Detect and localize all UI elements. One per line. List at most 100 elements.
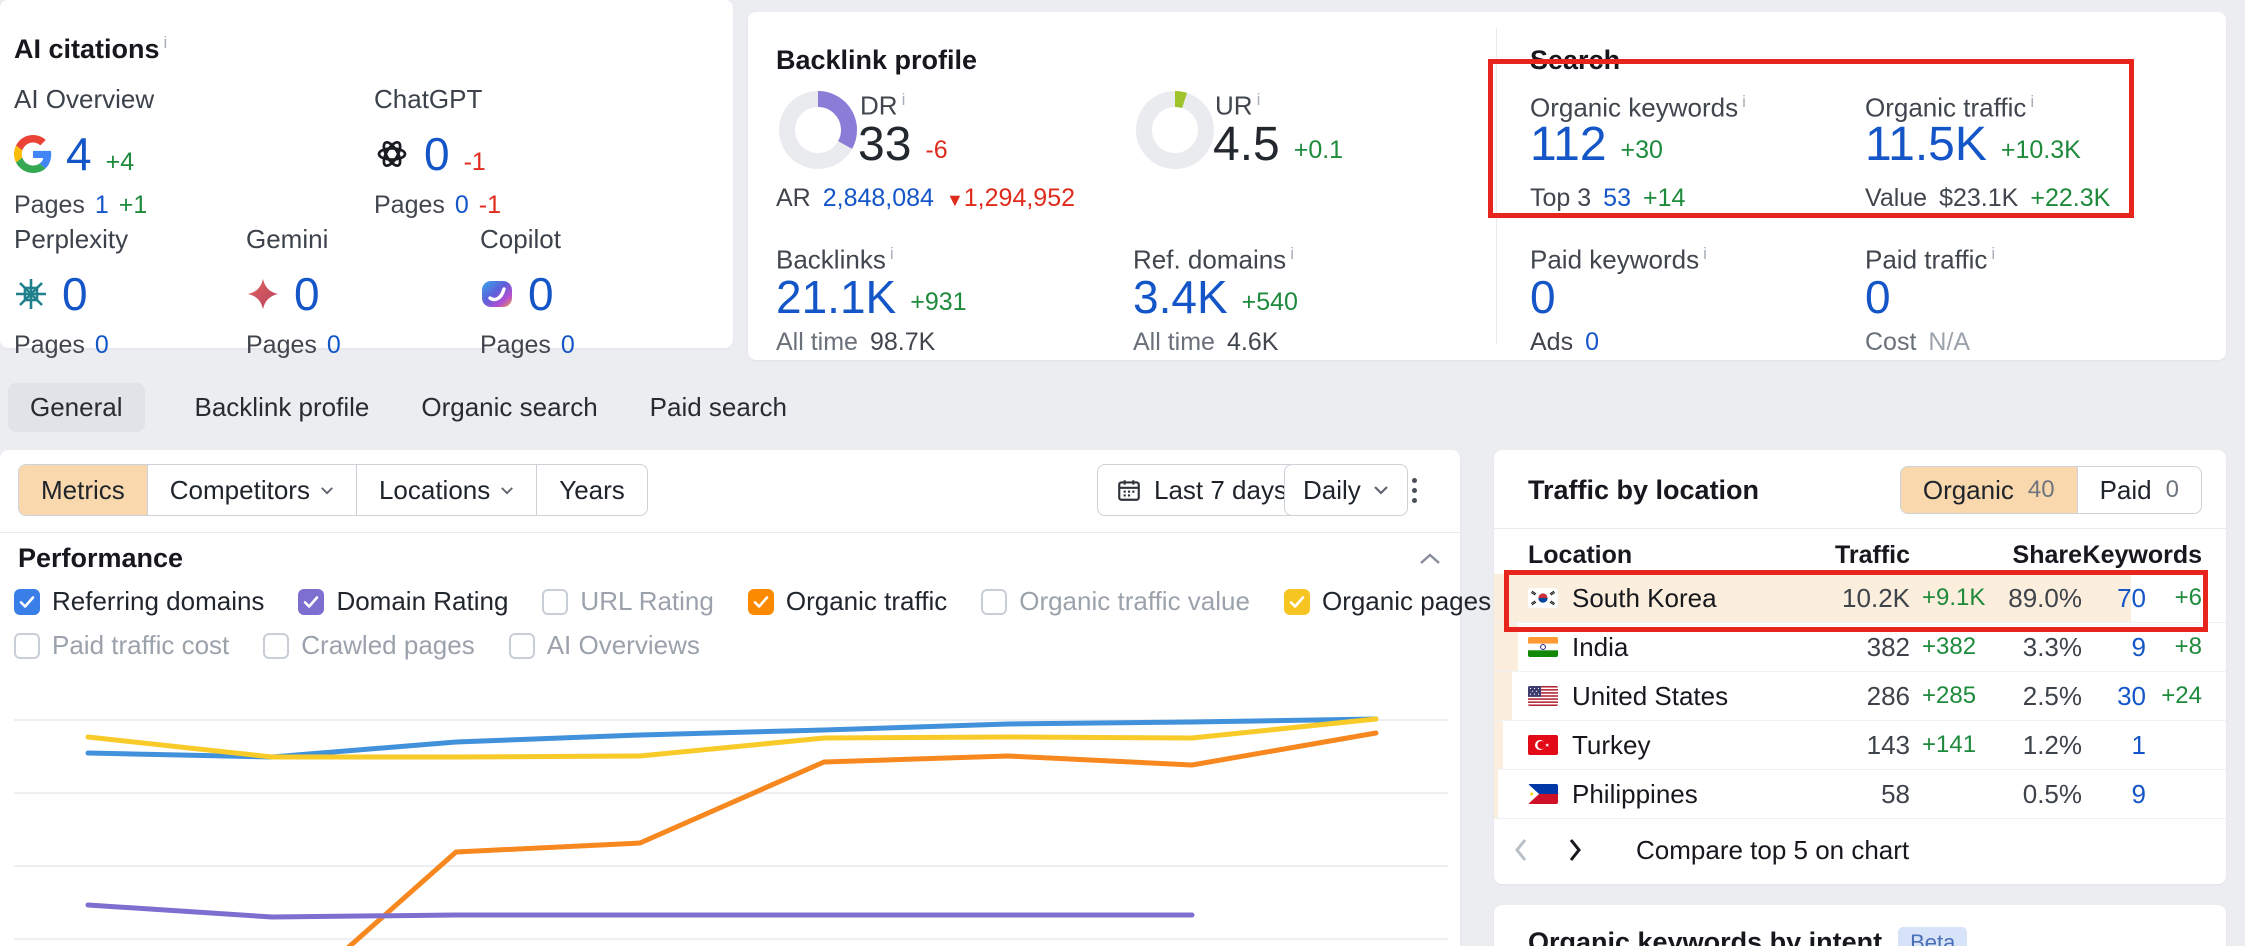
performance-panel: MetricsCompetitorsLocationsYears Last 7 … [0, 450, 1460, 946]
granularity-button[interactable]: Daily [1284, 464, 1408, 516]
intent-card-title: Organic keywords by intent [1528, 928, 1882, 946]
check-icon [1284, 589, 1310, 615]
tab-organic-search[interactable]: Organic search [419, 383, 599, 432]
ai-metric-value[interactable]: 0 [62, 267, 88, 321]
location-row-united-states[interactable]: United States286+2852.5%30+24 [1494, 672, 2226, 721]
keywords-delta: +8 [2146, 633, 2202, 661]
section-tabs: General Backlink profile Organic search Pai… [8, 384, 789, 430]
copilot-icon [480, 277, 514, 311]
performance-line-chart [0, 672, 1460, 946]
paid-keywords-label: Paid keywordsi [1530, 244, 1707, 276]
ai-metric-value[interactable]: 0 [528, 267, 554, 321]
traffic-by-location-panel: Traffic by location Organic40Paid0 Locat… [1494, 450, 2226, 884]
pages-value[interactable]: 0 [561, 331, 575, 360]
performance-title: Performance [18, 544, 183, 574]
divider [1496, 28, 1497, 344]
keywords-value[interactable]: 70 [2082, 583, 2146, 614]
keywords-value[interactable]: 9 [2082, 632, 2146, 663]
column-location: Location [1528, 541, 1790, 570]
dr-label: DRi [860, 90, 905, 122]
organic-traffic-value: 11.5K +10.3K [1865, 118, 2081, 172]
column-keywords: Keywords [2082, 541, 2202, 570]
more-options-kebab-icon[interactable] [1408, 474, 1421, 507]
share-value: 1.2% [1986, 730, 2082, 761]
location-row-india[interactable]: India382+3823.3%9+8 [1494, 623, 2226, 672]
chart-line-organic-pages [88, 719, 1376, 757]
sub-value: N/A [1928, 328, 1970, 357]
tab-general[interactable]: General [8, 383, 145, 432]
toolbar-segment-metrics[interactable]: Metrics [19, 465, 147, 515]
ur-label: URi [1215, 90, 1260, 122]
ai-metric-copilot: Copilot0Pages0 [480, 224, 575, 360]
checkbox-empty [509, 633, 535, 659]
checkbox-paid-traffic-cost[interactable]: Paid traffic cost [14, 630, 229, 661]
organic-traffic-sub: Value$23.1K+22.3K [1865, 184, 2110, 213]
toolbar-segment-competitors[interactable]: Competitors [147, 465, 356, 515]
chevron-left-icon[interactable] [1494, 837, 1548, 863]
location-row-south-korea[interactable]: South Korea10.2K+9.1K89.0%70+6 [1494, 574, 2226, 623]
ai-metric-value[interactable]: 0 [294, 267, 320, 321]
toolbar-segment-locations[interactable]: Locations [356, 465, 536, 515]
ur-value: 4.5 +0.1 [1213, 118, 1343, 172]
ai-metric-value[interactable]: 4 [66, 127, 92, 181]
pages-delta: -1 [479, 191, 501, 220]
traffic-delta: +382 [1910, 633, 1986, 661]
sub-value: +14 [1643, 184, 1685, 213]
ai-metric-delta: +4 [106, 148, 135, 183]
checkbox-organic-traffic[interactable]: Organic traffic [748, 586, 947, 617]
ar-delta: ▼1,294,952 [946, 184, 1075, 213]
ar-value[interactable]: 2,848,084 [823, 184, 934, 213]
pages-value[interactable]: 0 [455, 191, 469, 220]
checkbox-domain-rating[interactable]: Domain Rating [298, 586, 508, 617]
share-value: 3.3% [1986, 632, 2082, 663]
ur-donut-chart [1133, 88, 1217, 172]
location-table-footer: Compare top 5 on chart [1494, 822, 1909, 878]
checkbox-crawled-pages[interactable]: Crawled pages [263, 630, 474, 661]
ai-metric-value[interactable]: 0 [424, 127, 450, 181]
ref-domains-alltime: All time 4.6K [1133, 328, 1278, 357]
checkbox-ai-overviews[interactable]: AI Overviews [509, 630, 700, 661]
sub-value[interactable]: 0 [1585, 328, 1599, 357]
traffic-delta: +141 [1910, 731, 1986, 759]
sub-value: Top 3 [1530, 184, 1591, 213]
paid-traffic-sub: Cost N/A [1865, 328, 1970, 357]
chevron-right-icon[interactable] [1548, 837, 1602, 863]
perplexity-icon [14, 277, 48, 311]
divider [0, 532, 1460, 533]
chevron-down-icon [320, 486, 334, 495]
location-name: India [1572, 632, 1628, 663]
checkbox-referring-domains[interactable]: Referring domains [14, 586, 264, 617]
tab-backlink-profile[interactable]: Backlink profile [193, 383, 372, 432]
pages-value[interactable]: 1 [95, 191, 109, 220]
pages-value[interactable]: 0 [95, 331, 109, 360]
pages-delta: +1 [119, 191, 148, 220]
keywords-value[interactable]: 1 [2082, 730, 2146, 761]
granularity-label: Daily [1303, 475, 1361, 506]
ai-metric-label: Copilot [480, 224, 575, 255]
checkbox-organic-traffic-value[interactable]: Organic traffic value [981, 586, 1250, 617]
pages-value[interactable]: 0 [327, 331, 341, 360]
tab-paid-search[interactable]: Paid search [648, 383, 789, 432]
ai-citations-title: AI citationsi [14, 34, 167, 65]
checkbox-organic-pages[interactable]: Organic pages [1284, 586, 1491, 617]
compare-top5-link[interactable]: Compare top 5 on chart [1636, 835, 1909, 866]
location-row-turkey[interactable]: Turkey143+1411.2%1 [1494, 721, 2226, 770]
openai-icon [374, 136, 410, 172]
chevron-up-icon[interactable] [1418, 552, 1442, 566]
flag-icon-tr [1528, 735, 1558, 755]
pages-label: Pages [374, 191, 445, 220]
location-row-philippines[interactable]: Philippines580.5%9 [1494, 770, 2226, 819]
toggle-paid[interactable]: Paid0 [2077, 467, 2201, 513]
location-table-header: Location Traffic Share Keywords [1494, 540, 2226, 570]
sub-value[interactable]: 53 [1603, 184, 1631, 213]
keywords-value[interactable]: 9 [2082, 779, 2146, 810]
ai-metric-label: Gemini [246, 224, 341, 255]
keywords-value[interactable]: 30 [2082, 681, 2146, 712]
chart-line-domain-rating [88, 905, 1192, 917]
toolbar-segment-years[interactable]: Years [536, 465, 647, 515]
toggle-organic[interactable]: Organic40 [1901, 467, 2077, 513]
checkbox-url-rating[interactable]: URL Rating [542, 586, 713, 617]
dr-value: 33 -6 [858, 118, 948, 172]
pages-label: Pages [14, 191, 85, 220]
sub-value: Cost [1865, 328, 1916, 357]
